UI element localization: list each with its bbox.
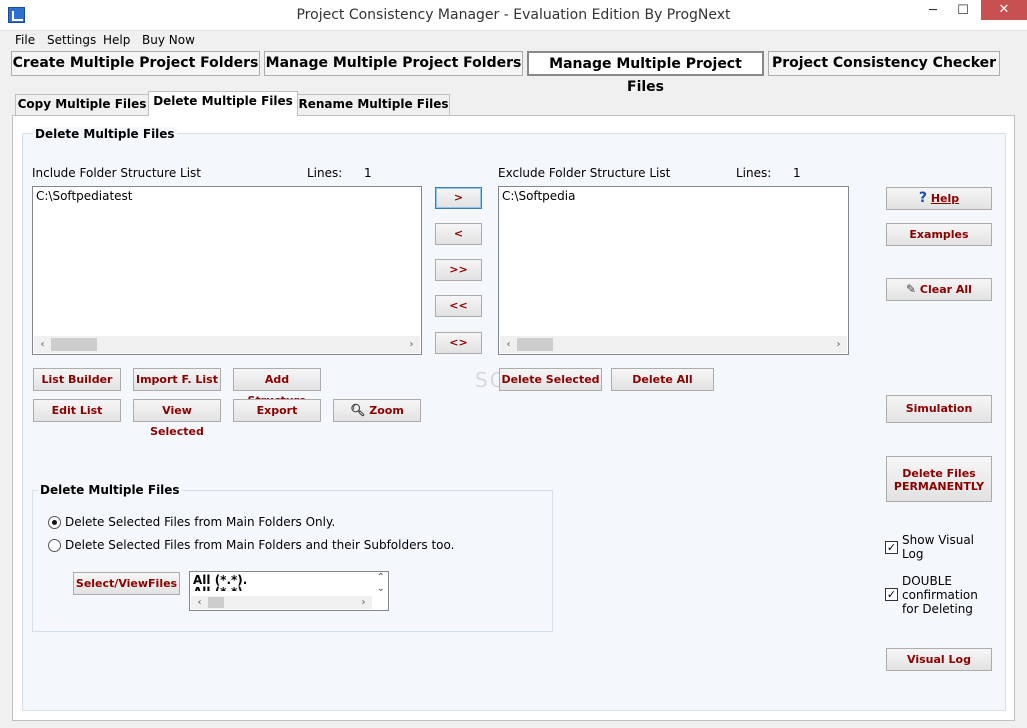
- scroll-left-icon[interactable]: ‹: [34, 336, 51, 353]
- delete-options-title: Delete Multiple Files: [38, 483, 182, 497]
- zoom-button[interactable]: 🔍︎ Zoom: [333, 399, 421, 422]
- clear-all-label: Clear All: [919, 283, 972, 296]
- subtab-copy-multiple-files[interactable]: Copy Multiple Files: [15, 94, 149, 115]
- magnifier-icon: 🔍︎: [350, 403, 366, 417]
- close-button[interactable]: ✕: [981, 0, 1027, 20]
- move-left-button[interactable]: <: [435, 223, 482, 245]
- tab-manage-multiple-project-folders[interactable]: Manage Multiple Project Folders: [264, 51, 523, 76]
- title-bar: Project Consistency Manager - Evaluation…: [0, 0, 1027, 31]
- include-list-scrollbar[interactable]: ‹ ›: [34, 336, 420, 353]
- view-selected-button[interactable]: View Selected: [133, 399, 221, 438]
- file-filter-list[interactable]: All (*.*). All (*.*) ⌃ ⌄ ‹ ›: [189, 571, 389, 611]
- show-visual-log-label: Show Visual Log: [902, 533, 974, 561]
- group-title: Delete Multiple Files: [33, 127, 177, 141]
- swap-lists-button[interactable]: <>: [435, 332, 482, 354]
- subtab-delete-multiple-files[interactable]: Delete Multiple Files: [148, 91, 298, 116]
- delete-permanently-line1: Delete Files: [902, 467, 976, 480]
- show-visual-log-checkbox[interactable]: ✓: [885, 541, 898, 554]
- show-visual-log-text-1: Show Visual: [902, 533, 975, 547]
- list-item[interactable]: All (*.*).: [193, 573, 247, 587]
- import-list-button[interactable]: Import F. List: [133, 368, 221, 391]
- delete-permanently-line2: PERMANENTLY: [893, 480, 985, 493]
- help-button[interactable]: ? Help: [886, 187, 992, 210]
- exclude-lines-count: 1: [793, 166, 801, 180]
- scroll-up-icon[interactable]: ⌃: [377, 572, 385, 583]
- exclude-list-label: Exclude Folder Structure List: [498, 166, 671, 180]
- include-folder-list[interactable]: C:\Softpediatest ‹ ›: [32, 186, 422, 355]
- delete-with-subfolders-label[interactable]: Delete Selected Files from Main Folders …: [65, 538, 454, 552]
- examples-button[interactable]: Examples: [886, 223, 992, 246]
- tab-manage-multiple-project-files[interactable]: Manage Multiple Project Files: [527, 51, 764, 95]
- tab-project-consistency-checker[interactable]: Project Consistency Checker: [768, 51, 1000, 76]
- scroll-left-icon[interactable]: ‹: [191, 596, 208, 609]
- help-label: Help: [930, 192, 960, 205]
- select-view-files-button[interactable]: Select/ViewFiles: [73, 572, 180, 595]
- delete-permanently-button[interactable]: Delete Files PERMANENTLY: [886, 456, 992, 502]
- menu-settings[interactable]: Settings: [47, 33, 96, 47]
- scroll-down-icon[interactable]: ⌄: [377, 583, 385, 594]
- menu-buy-now[interactable]: Buy Now: [142, 33, 195, 47]
- double-confirm-text-3: for Deleting: [902, 602, 973, 616]
- scroll-thumb[interactable]: [51, 338, 97, 351]
- simulation-button[interactable]: Simulation: [886, 395, 992, 423]
- scroll-left-icon[interactable]: ‹: [500, 336, 517, 353]
- maximize-button[interactable]: ☐: [948, 0, 978, 22]
- export-button[interactable]: Export: [233, 399, 321, 422]
- scroll-thumb[interactable]: [208, 597, 224, 608]
- move-all-right-button[interactable]: >>: [435, 259, 482, 281]
- visual-log-button[interactable]: Visual Log: [886, 648, 992, 671]
- window-title: Project Consistency Manager - Evaluation…: [296, 7, 731, 23]
- tab-create-multiple-project-folders[interactable]: Create Multiple Project Folders: [11, 51, 260, 76]
- double-confirm-text-1: DOUBLE: [902, 574, 952, 588]
- move-all-left-button[interactable]: <<: [435, 295, 482, 317]
- menu-help[interactable]: Help: [103, 33, 130, 47]
- scroll-thumb[interactable]: [517, 338, 553, 351]
- scroll-right-icon[interactable]: ›: [403, 336, 420, 353]
- delete-main-folders-only-radio[interactable]: [48, 516, 61, 529]
- broom-icon: ✎: [906, 282, 917, 296]
- double-confirmation-label: DOUBLE confirmation for Deleting: [902, 574, 978, 616]
- zoom-label: Zoom: [369, 404, 404, 417]
- show-visual-log-text-2: Log: [902, 547, 924, 561]
- question-icon: ?: [918, 190, 927, 206]
- edit-list-button[interactable]: Edit List: [33, 399, 121, 422]
- filter-list-scrollbar[interactable]: ‹ ›: [191, 596, 372, 609]
- menu-file[interactable]: File: [15, 33, 35, 47]
- add-structure-button[interactable]: Add Structure: [233, 368, 321, 407]
- exclude-folder-list[interactable]: C:\Softpedia ‹ ›: [498, 186, 849, 355]
- list-builder-button[interactable]: List Builder: [33, 368, 121, 391]
- scroll-right-icon[interactable]: ›: [355, 596, 372, 609]
- minimize-button[interactable]: ─: [918, 0, 948, 22]
- delete-main-folders-only-label[interactable]: Delete Selected Files from Main Folders …: [65, 515, 335, 529]
- double-confirm-text-2: confirmation: [902, 588, 978, 602]
- exclude-lines-label: Lines:: [736, 166, 772, 180]
- scroll-right-icon[interactable]: ›: [830, 336, 847, 353]
- include-lines-count: 1: [364, 166, 372, 180]
- menu-bar: File Settings Help Buy Now: [0, 31, 1027, 50]
- exclude-list-scrollbar[interactable]: ‹ ›: [500, 336, 847, 353]
- list-item[interactable]: C:\Softpedia: [502, 189, 575, 203]
- include-list-label: Include Folder Structure List: [32, 166, 202, 180]
- delete-with-subfolders-radio[interactable]: [48, 539, 61, 552]
- clear-all-button[interactable]: ✎ Clear All: [886, 278, 992, 301]
- move-right-button[interactable]: >: [435, 187, 482, 209]
- subtab-rename-multiple-files[interactable]: Rename Multiple Files: [297, 94, 450, 115]
- delete-all-button[interactable]: Delete All: [611, 368, 714, 391]
- include-lines-label: Lines:: [307, 166, 343, 180]
- list-item[interactable]: C:\Softpediatest: [36, 189, 133, 203]
- double-confirmation-checkbox[interactable]: ✓: [885, 588, 898, 601]
- delete-selected-button[interactable]: Delete Selected: [499, 368, 602, 391]
